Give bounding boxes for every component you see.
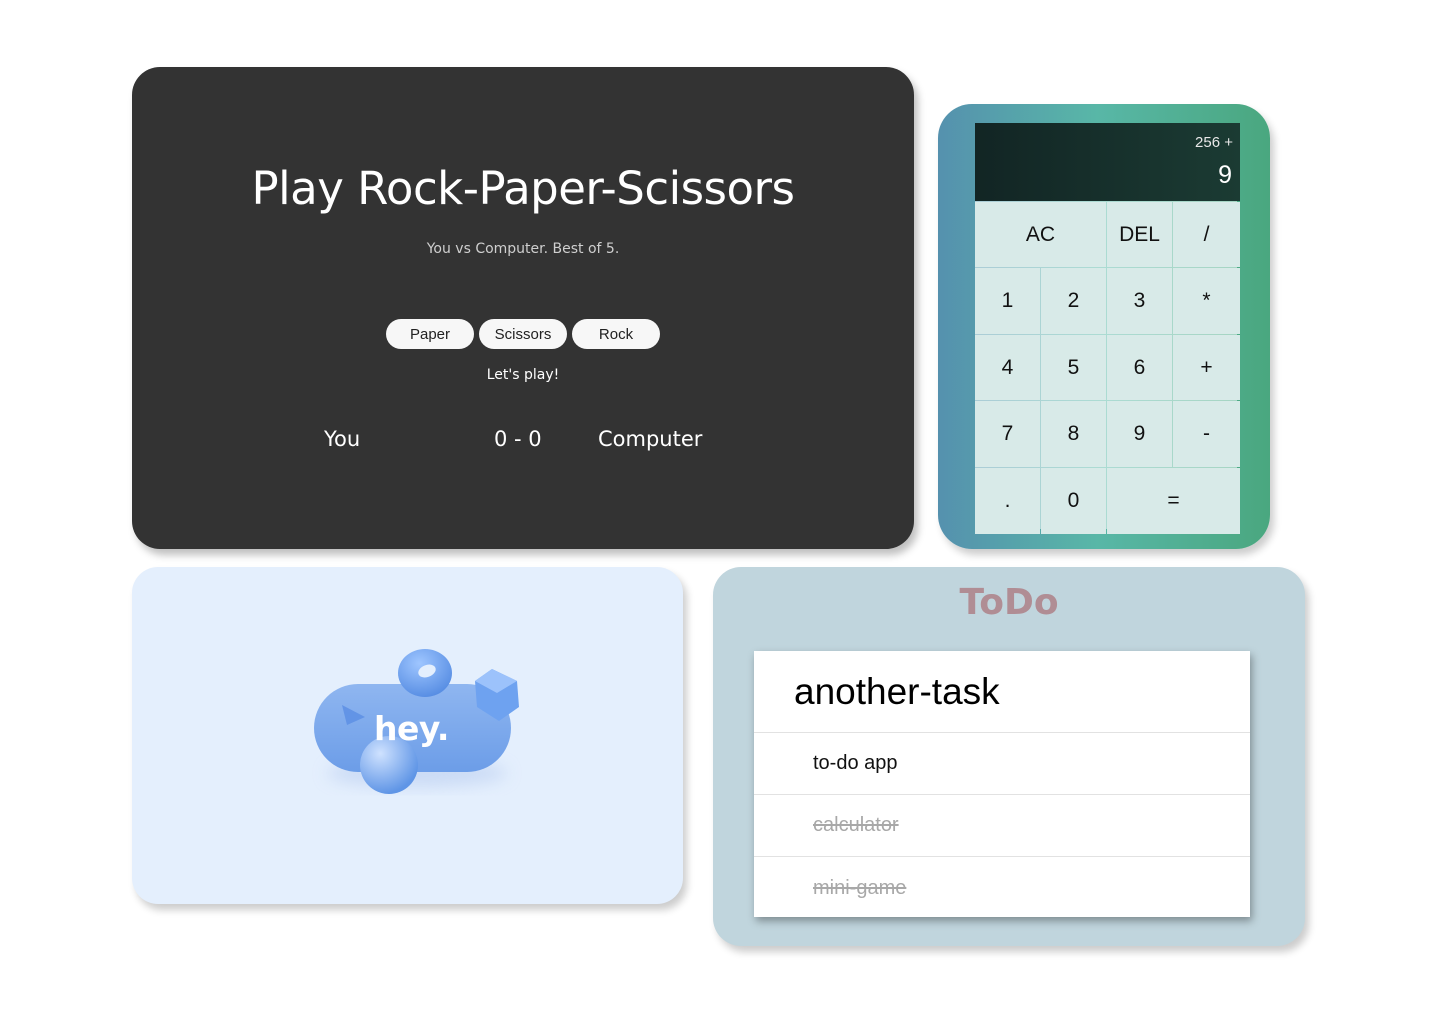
multiply-button[interactable]: * [1173, 268, 1240, 334]
calculator-card: 256 + 9 AC DEL / 1 2 3 * 4 5 6 + 7 8 9 -… [938, 104, 1270, 549]
rps-choice-buttons: Paper Scissors Rock [132, 319, 914, 349]
minus-button[interactable]: - [1173, 401, 1240, 467]
plus-button[interactable]: + [1173, 335, 1240, 400]
hey-card: hey. [132, 567, 683, 904]
equals-button[interactable]: = [1107, 468, 1240, 534]
player-label: You [324, 427, 361, 451]
digit-2-button[interactable]: 2 [1041, 268, 1106, 334]
todo-panel: to-do app calculator mini-game [754, 651, 1250, 917]
todo-item-text: to-do app [813, 752, 898, 774]
paper-button[interactable]: Paper [386, 319, 474, 349]
todo-title: ToDo [959, 582, 1059, 623]
computer-label: Computer [598, 427, 703, 451]
hey-label: hey. [374, 709, 449, 748]
digit-1-button[interactable]: 1 [975, 268, 1040, 334]
score-display: 0 - 0 [494, 427, 542, 451]
decimal-button[interactable]: . [975, 468, 1040, 534]
todo-item-completed[interactable]: calculator [754, 795, 1250, 857]
new-task-input[interactable] [754, 651, 1250, 733]
digit-3-button[interactable]: 3 [1107, 268, 1172, 334]
digit-6-button[interactable]: 6 [1107, 335, 1172, 400]
digit-5-button[interactable]: 5 [1041, 335, 1106, 400]
previous-operand: 256 + [1195, 134, 1233, 151]
todo-item-completed[interactable]: mini-game [754, 857, 1250, 919]
all-clear-button[interactable]: AC [975, 202, 1106, 267]
rps-scoreboard: You 0 - 0 Computer [132, 427, 914, 457]
rps-status: Let's play! [486, 367, 560, 383]
rps-card: Play Rock-Paper-Scissors You vs Computer… [132, 67, 914, 549]
calculator-display: 256 + 9 [975, 123, 1240, 201]
scissors-button[interactable]: Scissors [479, 319, 567, 349]
digit-8-button[interactable]: 8 [1041, 401, 1106, 467]
digit-7-button[interactable]: 7 [975, 401, 1040, 467]
digit-0-button[interactable]: 0 [1041, 468, 1106, 534]
delete-button[interactable]: DEL [1107, 202, 1172, 267]
calculator-grid: 256 + 9 AC DEL / 1 2 3 * 4 5 6 + 7 8 9 -… [975, 123, 1240, 534]
digit-4-button[interactable]: 4 [975, 335, 1040, 400]
todo-card: ToDo to-do app calculator mini-game [713, 567, 1305, 946]
rps-title: Play Rock-Paper-Scissors [251, 162, 795, 215]
todo-item[interactable]: to-do app [754, 733, 1250, 795]
rock-button[interactable]: Rock [572, 319, 660, 349]
divide-button[interactable]: / [1173, 202, 1240, 267]
current-operand: 9 [1218, 161, 1232, 189]
todo-item-text: mini-game [813, 876, 907, 899]
digit-9-button[interactable]: 9 [1107, 401, 1172, 467]
rps-subtitle: You vs Computer. Best of 5. [426, 241, 620, 257]
todo-item-text: calculator [813, 814, 899, 836]
